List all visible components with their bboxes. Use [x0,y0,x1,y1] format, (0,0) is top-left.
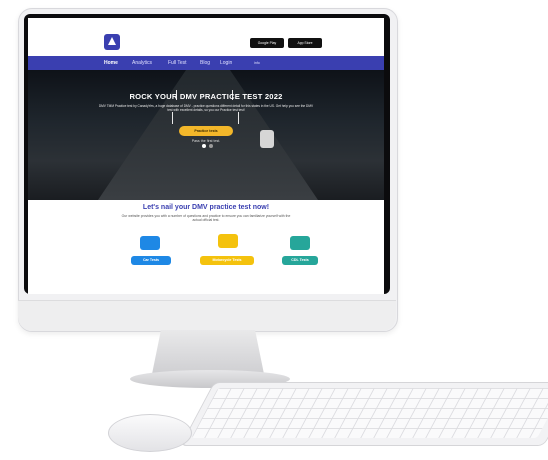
nav-blog[interactable]: Blog [200,56,210,70]
google-play-badge[interactable]: Google Play [250,38,284,48]
monitor-chin [18,300,396,331]
motorcycle-tests-button[interactable]: Motorcycle Tests [200,256,254,265]
nav-login[interactable]: Login [220,56,232,70]
logo-icon[interactable] [104,34,120,50]
section-subtext: Our website provides you with a number o… [121,214,291,223]
mouse [108,414,192,452]
keyboard-keys [191,388,548,438]
hero-title: ROCK YOUR DMV PRACTICE TEST 2022 [129,92,283,101]
monitor-stand [152,330,264,374]
slide-dot-active[interactable] [202,144,206,148]
nav-home[interactable]: Home [104,56,118,70]
screen: Google Play App Store Home Analytics Ful… [28,18,384,294]
car-tests-button[interactable]: Car Tests [131,256,171,265]
practice-tests-button[interactable]: Practice tests [179,126,233,136]
nav-full-test[interactable]: Full Test [168,56,187,70]
lane-marking [172,112,173,124]
car-icon[interactable] [140,236,160,250]
section-tagline: Let's nail your DMV practice test now! [142,204,270,211]
motorcycle-icon[interactable] [218,234,238,248]
hero-note: Pass the first test. [191,139,221,143]
lane-marking [238,112,239,124]
hero-description: DMV TMM Practice test by CanadyYes, a hu… [98,104,314,113]
keyboard [180,382,548,446]
nav-info[interactable]: info [254,56,260,70]
nav-analytics[interactable]: Analytics [132,56,152,70]
app-store-badge[interactable]: App Store [288,38,322,48]
truck-icon[interactable] [290,236,310,250]
site-header [28,18,384,56]
cdl-tests-button[interactable]: CDL Tests [282,256,318,265]
slide-dot[interactable] [209,144,213,148]
